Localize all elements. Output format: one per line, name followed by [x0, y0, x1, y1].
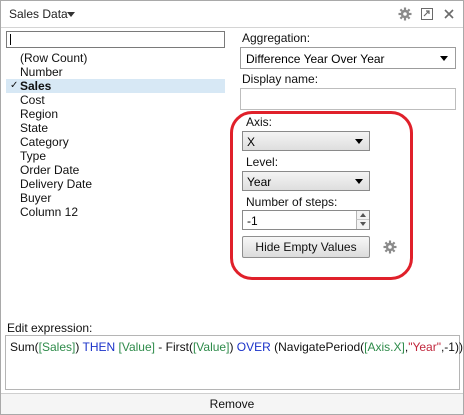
- list-item[interactable]: Column 12: [6, 205, 225, 219]
- list-item[interactable]: Delivery Date: [6, 177, 225, 191]
- steps-label: Number of steps:: [246, 195, 338, 209]
- expression-token: OVER: [236, 340, 271, 354]
- expression-token: [Value]: [118, 340, 155, 354]
- expression-editor[interactable]: Sum([Sales]) THEN [Value] - First([Value…: [5, 335, 463, 390]
- arrow-down-icon: [360, 222, 366, 226]
- gear-icon[interactable]: [398, 7, 412, 21]
- chevron-down-icon: [355, 139, 363, 144]
- list-item-label: Sales: [20, 79, 52, 93]
- axis-dropdown[interactable]: X: [242, 131, 370, 151]
- list-item[interactable]: Category: [6, 135, 225, 149]
- list-item-label: Category: [20, 135, 69, 149]
- step-up-button[interactable]: [356, 211, 369, 220]
- remove-button[interactable]: Remove: [1, 393, 463, 414]
- list-item-label: Column 12: [20, 205, 79, 219]
- list-item[interactable]: State: [6, 121, 225, 135]
- expression-token: [Sales]: [38, 340, 76, 354]
- list-item[interactable]: Type: [6, 149, 225, 163]
- expression-token: - First(: [154, 340, 193, 354]
- text-cursor: [10, 34, 11, 45]
- list-item-label: (Row Count): [20, 51, 88, 65]
- arrow-up-icon: [360, 213, 366, 217]
- title-bar: Sales Data: [1, 1, 463, 28]
- axis-value: X: [247, 135, 256, 149]
- panel-title[interactable]: Sales Data: [9, 7, 68, 21]
- list-item-label: Delivery Date: [20, 177, 93, 191]
- level-value: Year: [247, 175, 272, 189]
- hide-empty-values-button[interactable]: Hide Empty Values: [242, 236, 370, 258]
- chevron-down-icon[interactable]: [67, 12, 75, 17]
- level-dropdown[interactable]: Year: [242, 171, 370, 191]
- list-item[interactable]: ✓ Sales: [6, 79, 225, 93]
- expression-token: [Value]: [192, 340, 230, 354]
- expression-label: Edit expression:: [7, 321, 93, 335]
- list-item[interactable]: Buyer: [6, 191, 225, 205]
- display-name-label: Display name:: [242, 72, 319, 86]
- check-icon: ✓: [10, 80, 19, 91]
- list-item-label: Number: [20, 65, 63, 79]
- chevron-down-icon: [440, 56, 448, 61]
- steps-stepper[interactable]: -1: [242, 210, 370, 230]
- display-name-input[interactable]: [240, 88, 456, 110]
- list-item-label: Buyer: [20, 191, 52, 205]
- aggregation-dropdown[interactable]: Difference Year Over Year: [240, 47, 456, 69]
- expression-token: (NavigatePeriod(: [270, 340, 365, 354]
- list-item-label: Type: [20, 149, 47, 163]
- popout-icon[interactable]: [420, 7, 434, 21]
- close-icon[interactable]: [442, 7, 456, 21]
- list-item[interactable]: Cost: [6, 93, 225, 107]
- list-item[interactable]: Number: [6, 65, 225, 79]
- gear-icon[interactable]: [383, 240, 397, 254]
- list-item-label: Cost: [20, 93, 45, 107]
- list-item[interactable]: Order Date: [6, 163, 225, 177]
- expression-token: [Axis.X]: [364, 340, 405, 354]
- column-search-input[interactable]: [6, 31, 225, 48]
- level-label: Level:: [246, 155, 279, 169]
- axis-label: Axis:: [246, 115, 273, 129]
- list-item-label: Region: [20, 107, 59, 121]
- expression-token: ,-1)): [440, 340, 463, 354]
- list-item-label: State: [20, 121, 49, 135]
- expression-token: "Year": [408, 340, 441, 354]
- list-item[interactable]: (Row Count): [6, 51, 225, 65]
- aggregation-label: Aggregation:: [242, 31, 311, 45]
- expression-token: Sum(: [10, 340, 39, 354]
- column-list[interactable]: (Row Count) Number ✓ Sales Cost Region State Ca…: [6, 51, 225, 219]
- expression-token: ): [229, 340, 237, 354]
- list-item[interactable]: Region: [6, 107, 225, 121]
- step-down-button[interactable]: [356, 220, 369, 229]
- steps-value: -1: [247, 214, 258, 228]
- expression-token: THEN: [82, 340, 116, 354]
- sales-data-panel: Sales Data (Row Count) Number ✓ Sales Cost Re…: [0, 0, 464, 415]
- chevron-down-icon: [355, 179, 363, 184]
- aggregation-value: Difference Year Over Year: [246, 52, 385, 66]
- list-item-label: Order Date: [20, 163, 80, 177]
